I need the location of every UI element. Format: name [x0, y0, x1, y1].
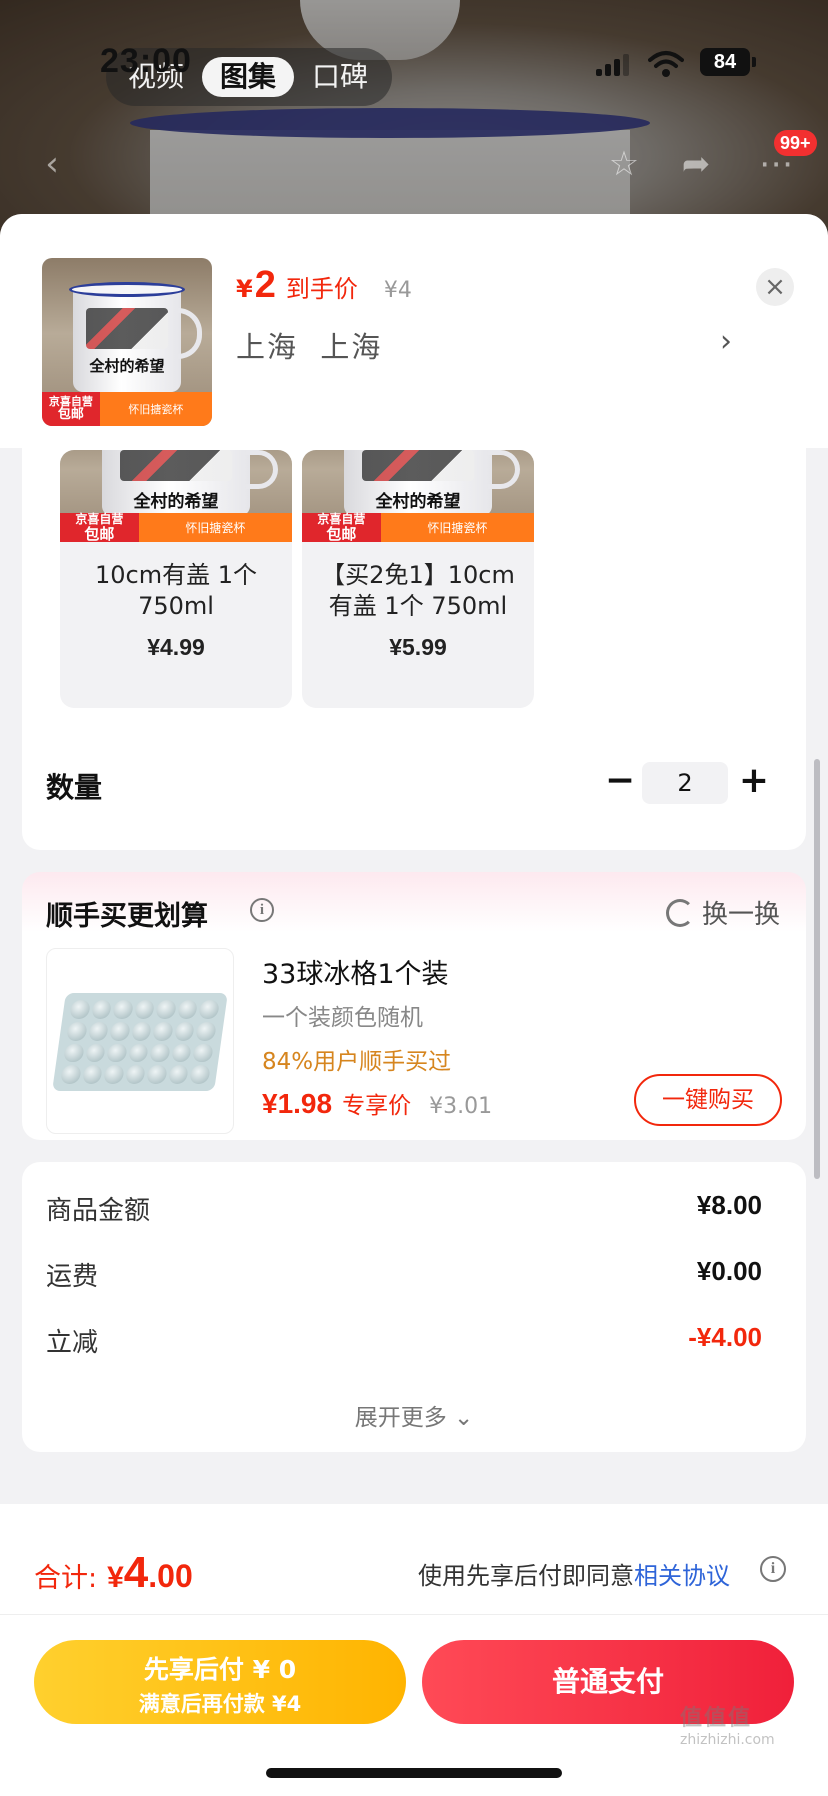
addon-description: 一个装颜色随机 — [262, 1005, 423, 1031]
expand-more-button[interactable]: 展开更多 ⌄ — [22, 1398, 806, 1432]
agreement-link[interactable]: 相关协议 — [634, 1562, 730, 1590]
battery-indicator: 84 — [700, 48, 756, 76]
addon-recommendation-card: 顺手买更划算 i 换一换 33球冰格1个装 一个装颜色随机 84%用户顺手买过 … — [22, 872, 806, 1140]
option-card[interactable]: 全村的希望 京喜自营 包邮 怀旧搪瓷杯 10cm有盖 1个 750ml ¥4.99 — [60, 450, 292, 708]
addon-product-image[interactable] — [46, 948, 234, 1134]
quantity-increase-button[interactable]: + — [734, 762, 774, 802]
share-icon[interactable]: ➦ — [672, 140, 720, 188]
addon-original-price: ¥3.01 — [429, 1094, 493, 1119]
product-thumbnail: 全村的希望 京喜自营 包邮 怀旧搪瓷杯 — [42, 258, 212, 426]
agreement-text: 使用先享后付即同意相关协议 — [418, 1562, 730, 1590]
favorite-star-icon[interactable]: ☆ — [600, 140, 648, 188]
summary-row-subtotal: 商品金额 ¥8.00 — [46, 1190, 762, 1226]
divider — [0, 1614, 828, 1615]
info-icon[interactable]: i — [250, 898, 274, 922]
refresh-icon — [666, 898, 694, 927]
purchase-sheet: 全村的希望 京喜自营 包邮 怀旧搪瓷杯 10cm有盖 1个 750ml ¥4.99… — [0, 214, 828, 1796]
one-click-buy-button[interactable]: 一键购买 — [634, 1074, 782, 1126]
home-indicator[interactable] — [266, 1768, 562, 1778]
checkout-bar: 合计: ¥ 4 .00 使用先享后付即同意相关协议 i 先享后付 ¥ 0 满意后… — [0, 1504, 828, 1796]
summary-row-discount: 立减 -¥4.00 — [46, 1322, 762, 1358]
addon-title: 顺手买更划算 — [46, 901, 208, 932]
close-button[interactable]: × — [756, 268, 794, 306]
original-price: ¥4 — [383, 278, 412, 303]
option-price: ¥4.99 — [147, 634, 205, 660]
pay-later-button[interactable]: 先享后付 ¥ 0 满意后再付款 ¥4 — [34, 1640, 406, 1724]
addon-social-proof: 84%用户顺手买过 — [262, 1049, 452, 1075]
final-price-label: 到手价 — [285, 275, 358, 303]
cellular-signal-icon — [596, 54, 632, 76]
back-icon[interactable]: ‹ — [28, 140, 76, 188]
wifi-icon — [648, 51, 684, 77]
option-card[interactable]: 全村的希望 京喜自营 包邮 怀旧搪瓷杯 【买2免1】10cm有盖 1个 750ml… — [302, 450, 534, 708]
order-total: 合计: ¥ 4 .00 — [34, 1548, 193, 1597]
sheet-header: 全村的希望 京喜自营 包邮 怀旧搪瓷杯 ¥ 2 到手价 ¥4 上海 上海 › × — [0, 214, 828, 448]
address-chevron-icon[interactable]: › — [720, 324, 732, 359]
option-image: 全村的希望 京喜自营 包邮 怀旧搪瓷杯 — [60, 450, 292, 542]
quantity-decrease-button[interactable]: − — [600, 762, 640, 802]
addon-price: ¥1.98 专享价 ¥3.01 — [262, 1086, 492, 1120]
tab-gallery[interactable]: 图集 — [202, 57, 294, 97]
addon-product-name[interactable]: 33球冰格1个装 — [262, 952, 449, 991]
status-bar: 视频 图集 口碑 23:00 84 — [0, 0, 828, 120]
agreement-info-icon[interactable]: i — [760, 1556, 786, 1582]
message-badge: 99+ — [774, 130, 817, 156]
summary-row-shipping: 运费 ¥0.00 — [46, 1256, 762, 1292]
order-summary-card: 商品金额 ¥8.00 运费 ¥0.00 立减 -¥4.00 展开更多 ⌄ — [22, 1162, 806, 1452]
watermark: 值值值 zhizhizhi.com — [680, 1706, 775, 1748]
addon-price-value: ¥1.98 — [262, 1088, 333, 1119]
final-price: ¥ 2 到手价 ¥4 — [236, 264, 412, 306]
scrollbar[interactable] — [814, 759, 820, 1179]
total-label: 合计: — [34, 1563, 98, 1594]
option-name: 10cm有盖 1个 750ml — [94, 561, 257, 620]
status-time: 23:00 — [100, 42, 192, 80]
addon-price-label: 专享价 — [342, 1093, 412, 1119]
option-name: 【买2免1】10cm有盖 1个 750ml — [321, 561, 515, 620]
quantity-input[interactable]: 2 — [642, 762, 728, 804]
delivery-address[interactable]: 上海 上海 — [236, 324, 382, 366]
refresh-button[interactable]: 换一换 — [666, 894, 780, 931]
tab-reviews[interactable]: 口碑 — [298, 57, 382, 97]
quantity-label: 数量 — [46, 771, 103, 804]
option-price: ¥5.99 — [389, 634, 447, 660]
final-price-value: 2 — [254, 264, 276, 306]
ice-tray-illustration — [52, 993, 228, 1091]
option-image: 全村的希望 京喜自营 包邮 怀旧搪瓷杯 — [302, 450, 534, 542]
